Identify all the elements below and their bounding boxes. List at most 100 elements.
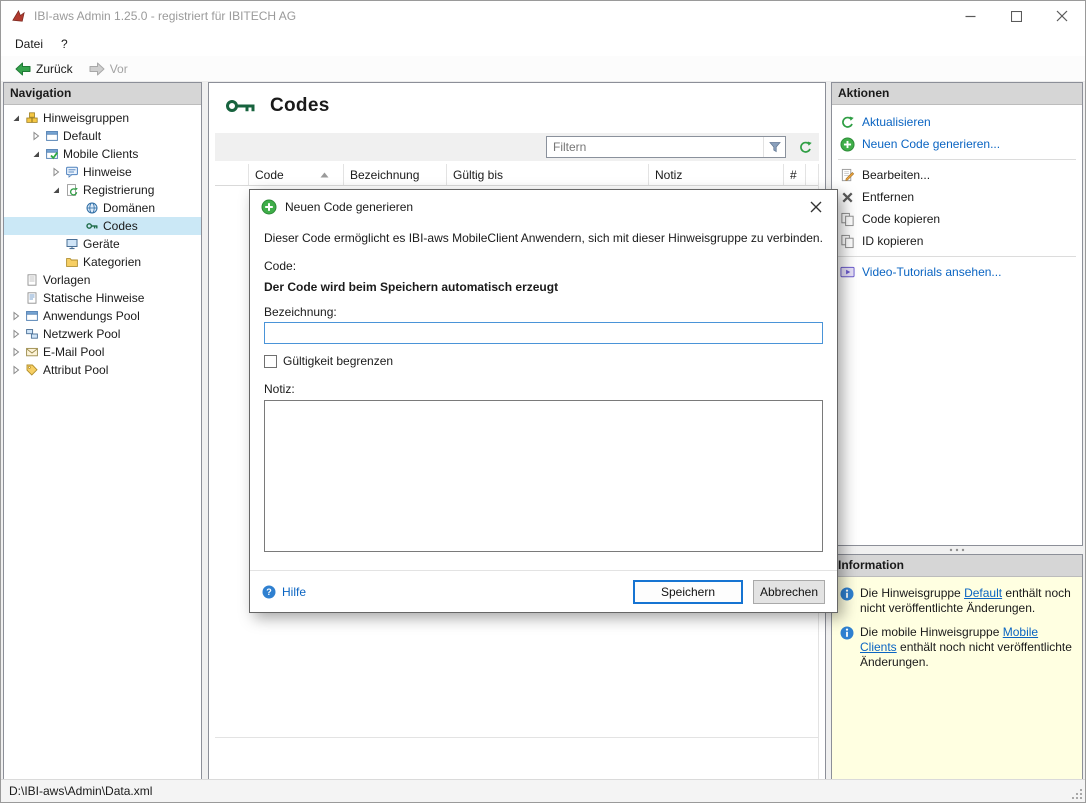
tree-item-registrierung[interactable]: Registrierung	[4, 181, 201, 199]
back-button[interactable]: Zurück	[9, 60, 79, 78]
right-column: Aktionen Aktualisieren Neuen Code generi…	[831, 82, 1083, 780]
tree-item-attribut-pool[interactable]: Attribut Pool	[4, 361, 201, 379]
close-icon[interactable]	[803, 194, 829, 220]
tree-item-label: Attribut Pool	[43, 363, 109, 377]
tree-item-hinweisgruppen[interactable]: Hinweisgruppen	[4, 109, 201, 127]
expand-arrow-icon[interactable]	[8, 362, 24, 378]
action-refresh[interactable]: Aktualisieren	[832, 111, 1082, 133]
attribute-icon	[24, 363, 40, 377]
refresh-icon[interactable]	[795, 140, 815, 155]
sort-asc-icon	[320, 172, 329, 178]
filter-funnel-icon[interactable]	[763, 137, 785, 157]
forward-arrow-icon	[89, 62, 105, 76]
separator	[838, 159, 1076, 160]
static-note-icon	[24, 291, 40, 305]
tree-item-hinweise[interactable]: Hinweise	[4, 163, 201, 181]
action-edit[interactable]: Bearbeiten...	[832, 164, 1082, 186]
tree-item-mobile-clients[interactable]: Mobile Clients	[4, 145, 201, 163]
tree-item-domaenen[interactable]: Domänen	[4, 199, 201, 217]
action-video-tutorials[interactable]: Video-Tutorials ansehen...	[832, 261, 1082, 283]
tree-item-netzwerk-pool[interactable]: Netzwerk Pool	[4, 325, 201, 343]
help-link[interactable]: ? Hilfe	[262, 585, 623, 599]
application-icon	[24, 309, 40, 323]
menu-datei[interactable]: Datei	[6, 33, 52, 55]
tree-item-anwendungs-pool[interactable]: Anwendungs Pool	[4, 307, 201, 325]
back-arrow-icon	[15, 62, 31, 76]
expand-arrow-icon[interactable]	[28, 128, 44, 144]
tree-item-email-pool[interactable]: E-Mail Pool	[4, 343, 201, 361]
tree-item-geraete[interactable]: Geräte	[4, 235, 201, 253]
filter-input[interactable]	[547, 140, 763, 154]
tree-item-label: Statische Hinweise	[43, 291, 145, 305]
note-input[interactable]	[264, 400, 823, 552]
menu-help[interactable]: ?	[52, 33, 77, 55]
forward-button[interactable]: Vor	[83, 60, 134, 78]
hint-icon	[64, 165, 80, 179]
expand-arrow-icon[interactable]	[8, 326, 24, 342]
mail-icon	[24, 345, 40, 359]
column-header-code[interactable]: Code	[249, 164, 344, 185]
info-message-text: Die mobile Hinweisgruppe Mobile Clients …	[860, 625, 1072, 669]
cancel-button[interactable]: Abbrechen	[753, 579, 825, 604]
tree-item-codes[interactable]: Codes	[4, 217, 201, 235]
domain-icon	[84, 201, 100, 215]
resize-grip[interactable]	[1070, 787, 1083, 800]
action-copy-id[interactable]: ID kopieren	[832, 230, 1082, 252]
tree-item-default[interactable]: Default	[4, 127, 201, 145]
close-button[interactable]	[1039, 1, 1085, 31]
collapse-arrow-icon[interactable]	[28, 146, 44, 162]
maximize-button[interactable]	[993, 1, 1039, 31]
tree-item-label: Vorlagen	[43, 273, 91, 287]
column-header-bezeichnung[interactable]: Bezeichnung	[344, 164, 447, 185]
tree-item-statische-hinweise[interactable]: Statische Hinweise	[4, 289, 201, 307]
collapse-arrow-icon[interactable]	[8, 110, 24, 126]
toolbar: Zurück Vor	[1, 56, 1085, 82]
tree-item-label: Hinweise	[83, 165, 132, 179]
info-link-default[interactable]: Default	[964, 586, 1002, 600]
help-icon: ?	[262, 585, 276, 599]
column-header-filler	[806, 164, 818, 185]
column-header-count[interactable]: #	[784, 164, 806, 185]
save-button[interactable]: Speichern	[633, 579, 743, 604]
mobile-window-icon	[44, 147, 60, 161]
tree-item-label: Domänen	[103, 201, 156, 215]
device-icon	[64, 237, 80, 251]
titlebar: IBI-aws Admin 1.25.0 - registriert für I…	[1, 1, 1085, 31]
expand-arrow-icon[interactable]	[48, 164, 64, 180]
expand-arrow-icon[interactable]	[8, 308, 24, 324]
app-window: IBI-aws Admin 1.25.0 - registriert für I…	[0, 0, 1086, 803]
group-icon	[24, 111, 40, 125]
navigation-header: Navigation	[4, 83, 201, 105]
status-file-path: D:\IBI-aws\Admin\Data.xml	[9, 784, 153, 798]
column-header-notiz[interactable]: Notiz	[649, 164, 784, 185]
action-copy-code[interactable]: Code kopieren	[832, 208, 1082, 230]
name-label: Bezeichnung:	[264, 305, 337, 319]
column-header-gueltig-bis[interactable]: Gültig bis	[447, 164, 649, 185]
action-remove[interactable]: Entfernen	[832, 186, 1082, 208]
panel-splitter[interactable]	[831, 546, 1083, 554]
table-header: Code Bezeichnung Gültig bis Notiz #	[215, 164, 818, 186]
tree-item-label: Netzwerk Pool	[43, 327, 121, 341]
note-label: Notiz:	[264, 382, 295, 396]
tree-item-kategorien[interactable]: Kategorien	[4, 253, 201, 271]
category-icon	[64, 255, 80, 269]
forward-label: Vor	[109, 61, 128, 76]
collapse-arrow-icon[interactable]	[48, 182, 64, 198]
tree-item-vorlagen[interactable]: Vorlagen	[4, 271, 201, 289]
separator	[838, 256, 1076, 257]
filter-row	[215, 133, 819, 161]
refresh-icon	[840, 115, 855, 130]
information-panel: Information Die Hinweisgruppe Default en…	[831, 554, 1083, 780]
checkbox-icon[interactable]	[264, 354, 277, 368]
expand-arrow-icon[interactable]	[8, 344, 24, 360]
name-input[interactable]	[264, 322, 823, 344]
minimize-button[interactable]	[947, 1, 993, 31]
new-code-dialog: Neuen Code generieren Dieser Code ermögl…	[249, 189, 838, 613]
copy-icon	[840, 212, 855, 227]
registration-icon	[64, 183, 80, 197]
actions-header: Aktionen	[832, 83, 1082, 105]
action-new-code[interactable]: Neuen Code generieren...	[832, 133, 1082, 155]
tree-item-label: Hinweisgruppen	[43, 111, 130, 125]
plus-circle-icon	[261, 199, 277, 215]
limit-validity-checkbox[interactable]: Gültigkeit begrenzen	[264, 354, 823, 368]
